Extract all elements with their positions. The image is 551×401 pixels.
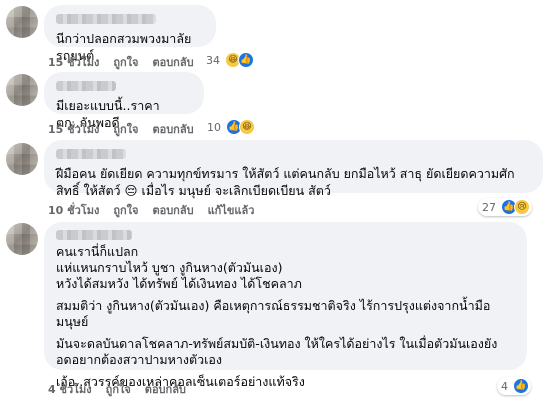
like-button[interactable]: ถูกใจ: [113, 201, 138, 219]
reaction-summary[interactable]: 4 👍: [497, 377, 531, 395]
reaction-count: 34: [206, 53, 220, 67]
avatar[interactable]: [6, 6, 38, 38]
reply-button[interactable]: ตอบกลับ: [152, 120, 193, 138]
comment-timestamp[interactable]: 10 ชั่วโมง: [48, 201, 99, 219]
comment-bubble: คนเรานี่ก็แปลก แห่แหนกราบไหว้ บูชา งูกิน…: [44, 222, 527, 389]
commenter-name-redacted[interactable]: [56, 14, 156, 24]
thumbs-up-icon: 👍: [513, 378, 529, 394]
comment-bubble: นีกว่าปลอกสวมพวงมาลัยรถยนต์: [44, 5, 216, 63]
comment-paragraph: สมมติว่า งูกินหาง(ตัวมันเอง) คือเหตุการณ…: [56, 298, 491, 329]
comment-bubble: ฝีมือคน ยัดเยียด ความทุกข์ทรมาร ให้สัตว์…: [44, 140, 543, 198]
reaction-summary[interactable]: 27 👍 😢: [478, 198, 532, 216]
edited-label[interactable]: แก้ไขแล้ว: [208, 201, 255, 219]
reply-button[interactable]: ตอบกลับ: [152, 201, 193, 219]
comment-actions: 15 ชั่วโมง ถูกใจ ตอบกลับ: [48, 120, 194, 138]
reaction-count: 10: [207, 120, 221, 134]
comment-paragraph: คนเรานี่ก็แปลก แห่แหนกราบไหว้ บูชา งูกิน…: [56, 244, 302, 291]
like-button[interactable]: ถูกใจ: [113, 120, 138, 138]
reaction-count: 4: [501, 379, 508, 393]
comment-timestamp[interactable]: 15 ชั่วโมง: [48, 120, 99, 138]
comment-timestamp[interactable]: 4 ชั่วโมง: [48, 380, 92, 398]
avatar[interactable]: [6, 74, 38, 106]
reaction-summary[interactable]: 34 😆 👍: [206, 52, 254, 68]
reaction-summary[interactable]: 10 👍 😆: [207, 119, 255, 135]
like-button[interactable]: ถูกใจ: [113, 53, 138, 71]
comment-actions: 10 ชั่วโมง ถูกใจ ตอบกลับ แก้ไขแล้ว: [48, 201, 254, 219]
comment-timestamp[interactable]: 15 ชั่วโมง: [48, 53, 99, 71]
avatar[interactable]: [6, 223, 38, 255]
haha-emoji-icon: 😆: [239, 119, 255, 135]
sad-emoji-icon: 😢: [514, 199, 530, 215]
commenter-name-redacted[interactable]: [56, 81, 116, 91]
commenter-name-redacted[interactable]: [56, 230, 132, 240]
reply-button[interactable]: ตอบกลับ: [145, 380, 186, 398]
reply-button[interactable]: ตอบกลับ: [152, 53, 193, 71]
reaction-count: 27: [482, 200, 496, 214]
comment-bubble: มีเยอะแบบนี้..ราคาตก..กันพอดี: [44, 72, 204, 130]
avatar[interactable]: [6, 143, 38, 175]
thumbs-up-icon: 👍: [238, 52, 254, 68]
commenter-name-redacted[interactable]: [56, 149, 126, 159]
comment-paragraph: มันจะดลบันดาลโชคลาภ-ทรัพย์สมบัติ-เงินทอง…: [56, 336, 498, 367]
comment-text: ฝีมือคน ยัดเยียด ความทุกข์ทรมาร ให้สัตว์…: [56, 166, 515, 198]
comment-actions: 4 ชั่วโมง ถูกใจ ตอบกลับ: [48, 380, 186, 398]
comment-actions: 15 ชั่วโมง ถูกใจ ตอบกลับ: [48, 53, 194, 71]
like-button[interactable]: ถูกใจ: [106, 380, 131, 398]
